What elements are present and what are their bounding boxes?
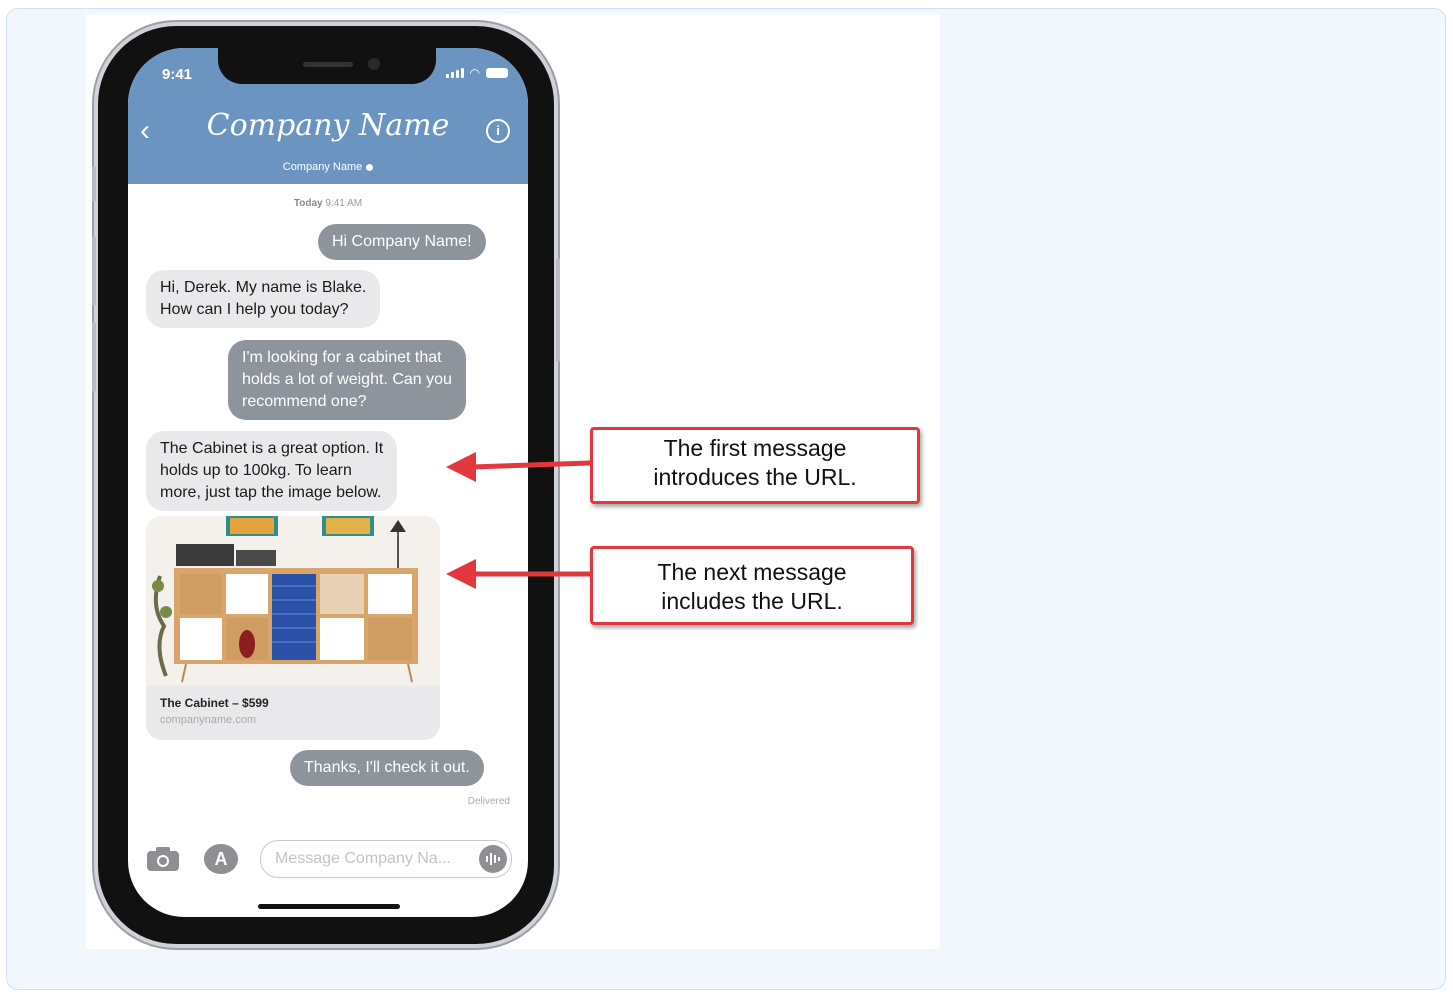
arrow-head-1 [446, 452, 476, 482]
arrow-line-1 [471, 460, 591, 470]
arrow-head-2 [446, 559, 476, 589]
callout-first-message: The first message introduces the URL. [590, 427, 920, 504]
callout-next-message: The next message includes the URL. [590, 546, 914, 625]
